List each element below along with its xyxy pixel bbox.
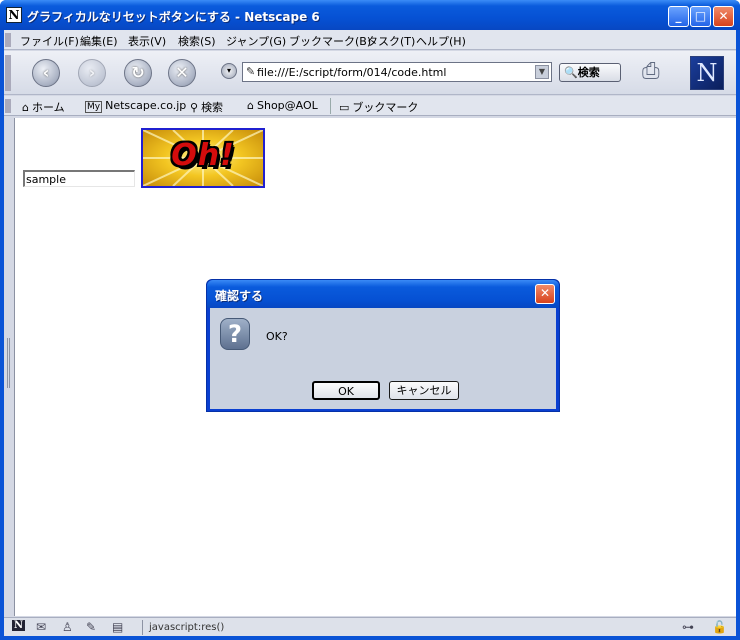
home-icon: ⌂ bbox=[22, 101, 29, 114]
menu-bar: ファイル(F) 編集(E) 表示(V) 検索(S) ジャンプ(G) ブックマーク… bbox=[4, 30, 736, 50]
dialog-title: 確認する bbox=[215, 289, 264, 303]
reload-button[interactable]: ↻ bbox=[124, 59, 152, 87]
search-link-label: 検索 bbox=[201, 101, 224, 114]
menu-help[interactable]: ヘルプ(H) bbox=[416, 33, 466, 49]
reload-icon: ↻ bbox=[131, 63, 145, 82]
stop-x-icon: ✕ bbox=[175, 63, 189, 82]
status-text: javascript:res() bbox=[142, 620, 662, 635]
forward-button[interactable]: › bbox=[78, 59, 106, 87]
folder-icon: ▭ bbox=[339, 101, 350, 114]
composer-icon[interactable]: ✎ bbox=[86, 620, 96, 634]
my-badge-icon: My bbox=[85, 101, 103, 113]
menu-view[interactable]: 表示(V) bbox=[128, 33, 166, 49]
url-bar[interactable]: ✎ ▼ bbox=[242, 62, 557, 82]
menu-bookmarks[interactable]: ブックマーク(B) bbox=[289, 33, 371, 49]
navbar-grip[interactable] bbox=[5, 55, 11, 91]
sidebar-handle[interactable] bbox=[4, 118, 14, 616]
sidebar-grip[interactable] bbox=[7, 338, 10, 388]
menu-file[interactable]: ファイル(F) bbox=[20, 33, 79, 49]
bookmarks-folder[interactable]: ▭ ブックマーク bbox=[339, 99, 418, 115]
menu-search[interactable]: 検索(S) bbox=[178, 33, 216, 49]
personalbar-grip[interactable] bbox=[5, 99, 11, 113]
dialog-title-bar[interactable]: 確認する ✕ bbox=[207, 280, 559, 308]
dialog-message: OK? bbox=[266, 330, 288, 343]
dialog-close-button[interactable]: ✕ bbox=[535, 284, 555, 304]
address-book-icon[interactable]: ▤ bbox=[112, 620, 123, 634]
maximize-button[interactable]: □ bbox=[690, 6, 711, 27]
security-lock-icon[interactable]: 🔓 bbox=[712, 620, 727, 634]
menubar-grip[interactable] bbox=[5, 33, 11, 47]
search-icon: ⚲ bbox=[190, 101, 199, 114]
shop-aol-label: Shop@AOL bbox=[256, 99, 318, 112]
netscape-status-icon[interactable]: N bbox=[12, 620, 26, 631]
back-arrow-icon: ‹ bbox=[42, 63, 50, 82]
print-icon[interactable]: ⎙ bbox=[642, 59, 660, 84]
oh-logo-text: Oh! bbox=[171, 138, 235, 173]
toolbar-divider bbox=[330, 98, 331, 114]
shop-aol-link[interactable]: ⌂ Shop@AOL bbox=[247, 99, 318, 112]
online-plug-icon[interactable]: ⊶ bbox=[682, 620, 694, 634]
navigation-toolbar: ‹ › ↻ ✕ ▾ ✎ ▼ 🔍検索 ⎙ N bbox=[4, 51, 736, 95]
personal-toolbar: ⌂ ホーム My Netscape.co.jp ⚲ 検索 ⌂ Shop@AOL ▭ ブック… bbox=[4, 96, 736, 116]
page-proxy-icon[interactable]: ▾ bbox=[221, 63, 237, 79]
question-icon: ? bbox=[220, 318, 250, 350]
menu-edit[interactable]: 編集(E) bbox=[80, 33, 118, 49]
shop-house-icon: ⌂ bbox=[247, 99, 254, 112]
status-bar: N ✉ ♙ ✎ ▤ javascript:res() ⊶ 🔓 bbox=[4, 617, 736, 636]
minimize-button[interactable]: _ bbox=[668, 6, 689, 27]
ok-button[interactable]: OK bbox=[312, 381, 380, 400]
close-button[interactable]: ✕ bbox=[713, 6, 734, 27]
title-bar[interactable]: N グラフィカルなリセットボタンにする - Netscape 6 _ □ ✕ bbox=[0, 0, 740, 30]
home-label: ホーム bbox=[31, 101, 65, 114]
search-button[interactable]: 🔍検索 bbox=[559, 63, 621, 82]
menu-go[interactable]: ジャンプ(G) bbox=[226, 33, 286, 49]
search-link[interactable]: ⚲ 検索 bbox=[190, 99, 223, 115]
instant-messenger-icon[interactable]: ♙ bbox=[62, 620, 73, 634]
magnifier-icon: 🔍 bbox=[564, 66, 578, 79]
netscape-logo[interactable]: N bbox=[690, 56, 724, 90]
url-input[interactable] bbox=[257, 65, 557, 79]
oh-image-reset-button[interactable]: Oh! bbox=[141, 128, 265, 188]
back-button[interactable]: ‹ bbox=[32, 59, 60, 87]
cancel-button[interactable]: キャンセル bbox=[389, 381, 459, 400]
home-link[interactable]: ⌂ ホーム bbox=[22, 99, 65, 115]
sample-text-field[interactable] bbox=[23, 170, 135, 187]
dialog-body: ? OK? OK キャンセル bbox=[210, 308, 556, 409]
netscape-jp-label: Netscape.co.jp bbox=[105, 99, 187, 112]
confirm-dialog: 確認する ✕ ? OK? OK キャンセル bbox=[206, 279, 560, 412]
menu-tasks[interactable]: タスク(T) bbox=[367, 33, 415, 49]
stop-button[interactable]: ✕ bbox=[168, 59, 196, 87]
url-dropdown-icon[interactable]: ▼ bbox=[535, 65, 549, 79]
window-title: グラフィカルなリセットボタンにする - Netscape 6 bbox=[27, 10, 320, 24]
page-icon: ✎ bbox=[246, 65, 256, 78]
mail-icon[interactable]: ✉ bbox=[36, 620, 46, 634]
bookmarks-label: ブックマーク bbox=[352, 101, 419, 114]
search-button-label: 検索 bbox=[577, 66, 600, 79]
netscape-jp-link[interactable]: My Netscape.co.jp bbox=[85, 99, 186, 113]
forward-arrow-icon: › bbox=[88, 63, 96, 82]
netscape-app-icon: N bbox=[6, 7, 22, 23]
